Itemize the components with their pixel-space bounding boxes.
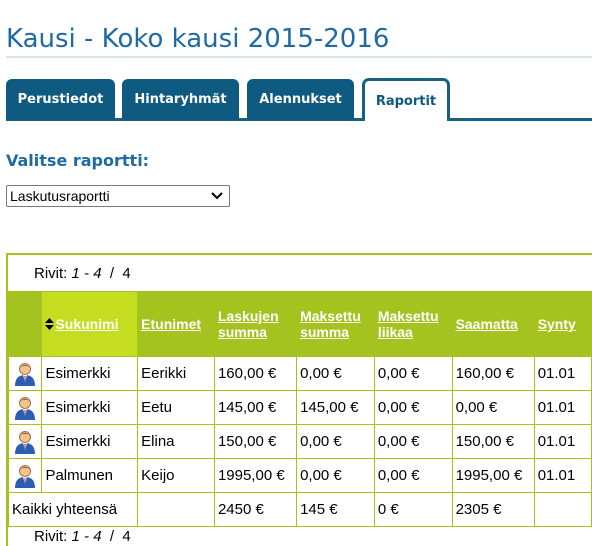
table-cell: 0,00 € <box>296 458 375 493</box>
table-row: Esimerkki Eetu 145,00 €145,00 €0,00 €0,00 … <box>7 390 592 425</box>
pager-range: 1 - 4 <box>71 528 102 545</box>
tab-raportit[interactable]: Raportit <box>362 78 450 121</box>
table-cell: 1995,00 € <box>213 458 298 493</box>
header-sukunimi[interactable]: Sukunimi <box>41 291 139 357</box>
report-select-value: Laskutusraportti <box>10 188 110 204</box>
pager-separator: / <box>109 265 115 282</box>
header-saamatta[interactable]: Saamatta <box>451 291 535 357</box>
header-synty[interactable]: Synty <box>533 291 592 357</box>
row-icon-cell[interactable] <box>7 458 43 493</box>
total-cell: 2450 € <box>213 492 298 527</box>
table-row: Esimerkki Elina 150,00 €0,00 €0,00 €150,00… <box>7 424 592 459</box>
header-etunimet[interactable]: Etunimet <box>137 291 215 357</box>
table-header-row: Sukunimi Etunimet Laskujen summa Maksett… <box>7 291 592 357</box>
pager-prefix: Rivit: <box>34 265 68 282</box>
total-row: Kaikki yhteensä 2450 € 145 € 0 € 2305 € <box>7 492 592 527</box>
chevron-down-icon <box>211 192 223 200</box>
pager-total: 4 <box>122 265 131 282</box>
sort-arrows-icon <box>45 318 55 330</box>
row-icon-cell[interactable] <box>7 356 43 391</box>
table-row: Esimerkki Eerikki 160,00 €0,00 €0,00 €160,… <box>7 356 592 391</box>
table-cell: 0,00 € <box>373 390 453 425</box>
header-laskujen-summa[interactable]: Laskujen summa <box>213 291 298 357</box>
table-cell: 0,00 € <box>373 356 453 391</box>
tab-hintaryhmat[interactable]: Hintaryhmät <box>122 79 239 120</box>
report-select-label: Valitse raportti: <box>6 151 150 170</box>
table-cell: Esimerkki <box>41 424 139 459</box>
total-cell <box>533 492 592 527</box>
table-cell: Palmunen <box>41 458 139 493</box>
table-cell: 145,00 € <box>213 390 298 425</box>
total-cell <box>137 492 215 527</box>
pager-top: Rivit: 1 - 4 / 4 <box>34 265 131 282</box>
title-divider <box>6 56 592 58</box>
tab-alennukset[interactable]: Alennukset <box>247 79 354 120</box>
pager-bottom: Rivit: 1 - 4 / 4 <box>34 528 131 545</box>
person-icon <box>15 464 36 488</box>
table-cell: 0,00 € <box>451 390 535 425</box>
table-row: Palmunen Keijo 1995,00 €0,00 €0,00 €1995,0… <box>7 458 592 493</box>
table-cell: 0,00 € <box>296 424 375 459</box>
report-table: Sukunimi Etunimet Laskujen summa Maksett… <box>7 291 592 527</box>
table-cell: 0,00 € <box>296 356 375 391</box>
header-icon-column <box>7 291 43 357</box>
person-icon <box>15 396 36 420</box>
table-cell: 145,00 € <box>296 390 375 425</box>
table-cell: 150,00 € <box>451 424 535 459</box>
row-icon-cell[interactable] <box>7 424 43 459</box>
table-cell: Keijo <box>137 458 215 493</box>
table-cell: 01.01 <box>533 424 592 459</box>
table-cell: 01.01 <box>533 356 592 391</box>
report-panel: Rivit: 1 - 4 / 4 Sukunimi Etunimet Lasku… <box>6 253 592 546</box>
report-select[interactable]: Laskutusraportti <box>6 185 230 207</box>
total-cell: 0 € <box>373 492 453 527</box>
total-cell: 2305 € <box>451 492 535 527</box>
row-icon-cell[interactable] <box>7 390 43 425</box>
person-icon <box>15 430 36 454</box>
table-cell: 160,00 € <box>213 356 298 391</box>
table-cell: 0,00 € <box>373 458 453 493</box>
table-cell: 1995,00 € <box>451 458 535 493</box>
header-maksettu-summa[interactable]: Maksettu summa <box>296 291 375 357</box>
total-cell: 145 € <box>296 492 375 527</box>
table-cell: Eetu <box>137 390 215 425</box>
table-cell: 01.01 <box>533 458 592 493</box>
table-cell: Esimerkki <box>41 390 139 425</box>
tab-perustiedot[interactable]: Perustiedot <box>6 79 115 120</box>
page-title: Kausi - Koko kausi 2015-2016 <box>6 24 390 54</box>
table-cell: Eerikki <box>137 356 215 391</box>
table-cell: 0,00 € <box>373 424 453 459</box>
person-icon <box>15 362 36 386</box>
pager-prefix: Rivit: <box>34 528 68 545</box>
pager-total: 4 <box>122 528 131 545</box>
pager-range: 1 - 4 <box>71 265 102 282</box>
table-cell: Esimerkki <box>41 356 139 391</box>
table-cell: 160,00 € <box>451 356 535 391</box>
total-label: Kaikki yhteensä <box>7 492 139 527</box>
pager-separator: / <box>109 528 115 545</box>
table-cell: 150,00 € <box>213 424 298 459</box>
header-maksettu-liikaa[interactable]: Maksettu liikaa <box>373 291 453 357</box>
table-cell: Elina <box>137 424 215 459</box>
table-cell: 01.01 <box>533 390 592 425</box>
